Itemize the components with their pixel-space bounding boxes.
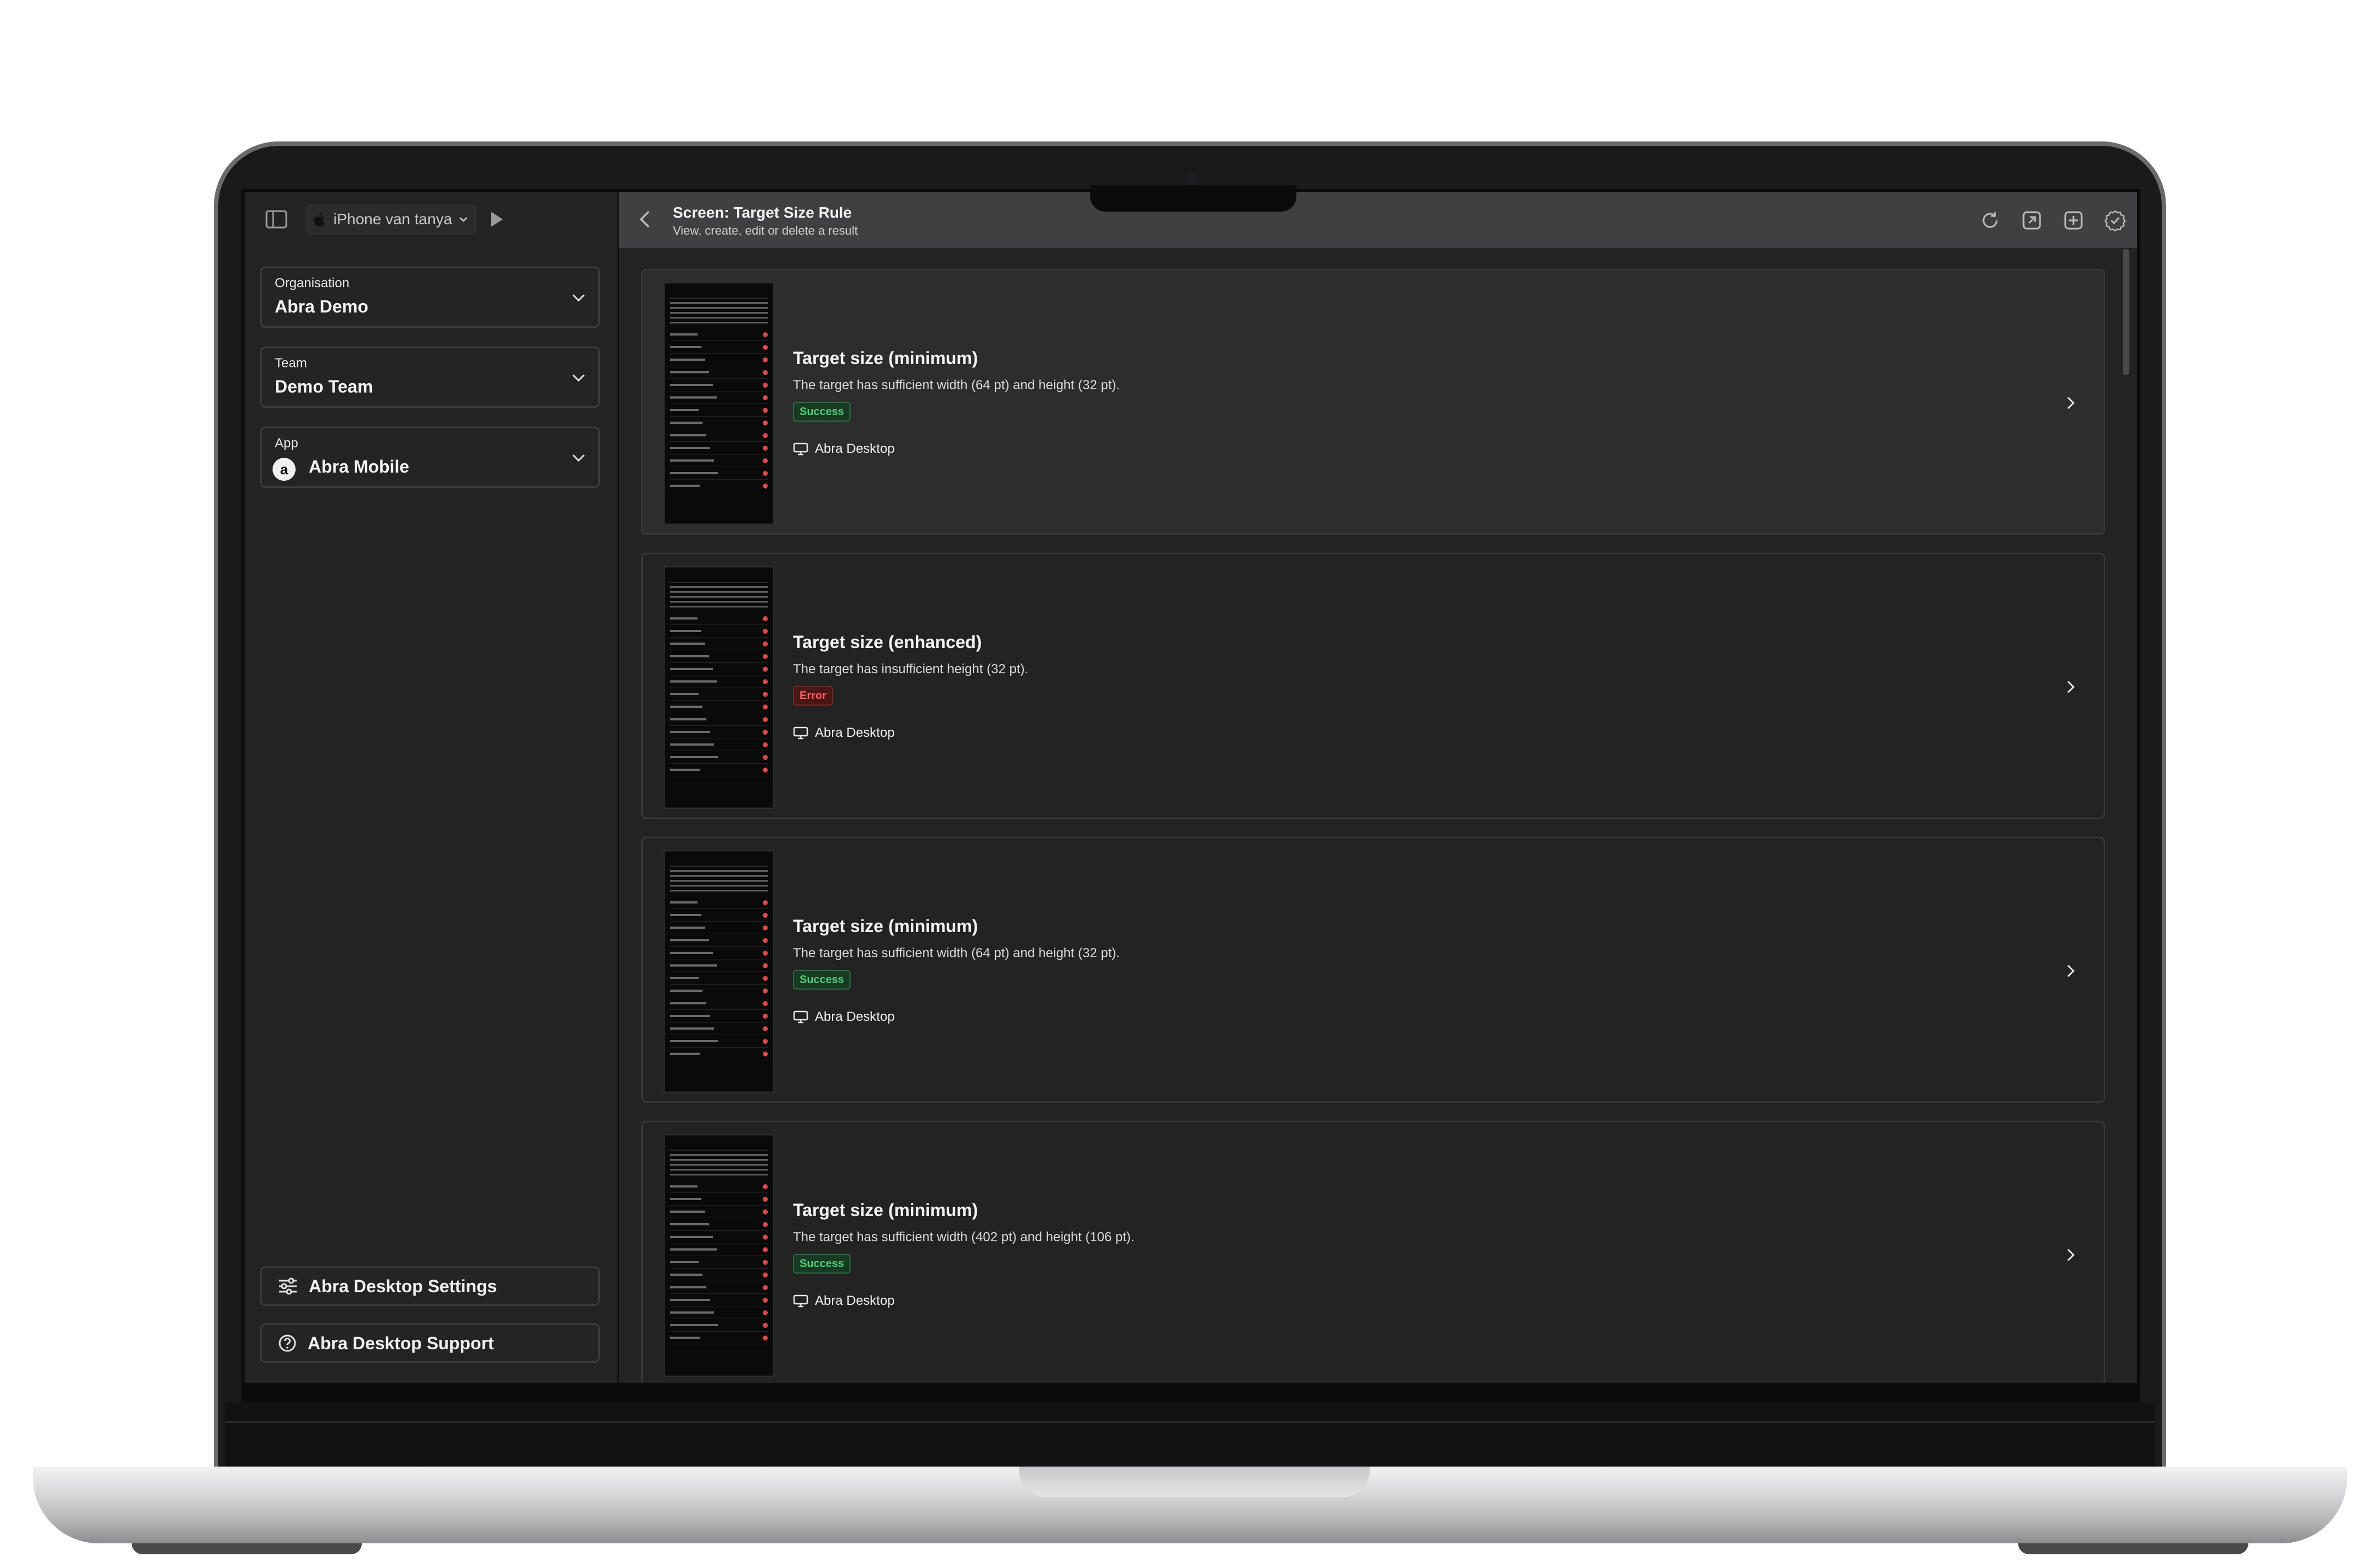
app-select[interactable]: App a Abra Mobile bbox=[260, 427, 600, 488]
back-chevron-icon[interactable] bbox=[636, 208, 655, 230]
chevron-down-icon bbox=[572, 294, 585, 302]
organisation-value: Abra Demo bbox=[275, 297, 369, 316]
monitor-icon bbox=[793, 1010, 808, 1024]
settings-button[interactable]: Abra Desktop Settings bbox=[260, 1266, 600, 1306]
scrollbar[interactable] bbox=[2123, 249, 2129, 375]
laptop-foot-right bbox=[2018, 1543, 2248, 1554]
result-source: Abra Desktop bbox=[793, 1009, 894, 1025]
source-label: Abra Desktop bbox=[815, 441, 895, 456]
support-label: Abra Desktop Support bbox=[308, 1333, 494, 1353]
result-description: The target has insufficient height (32 p… bbox=[793, 662, 1029, 677]
monitor-icon bbox=[793, 726, 808, 740]
chevron-right-icon bbox=[2067, 680, 2075, 694]
team-value: Demo Team bbox=[275, 377, 373, 396]
check-badge-icon[interactable] bbox=[2104, 209, 2126, 231]
status-badge: Success bbox=[793, 402, 851, 422]
team-select[interactable]: Team Demo Team bbox=[260, 346, 600, 408]
page-title: Screen: Target Size Rule bbox=[673, 204, 852, 221]
monitor-icon bbox=[793, 442, 808, 456]
sliders-icon bbox=[279, 1277, 297, 1295]
camera-notch bbox=[1090, 185, 1296, 212]
sidebar: iPhone van tanya Organisation Abra Demo … bbox=[245, 192, 619, 1383]
refresh-icon[interactable] bbox=[1979, 209, 2001, 231]
monitor-icon bbox=[793, 1294, 808, 1308]
screenshot-thumbnail bbox=[664, 850, 774, 1093]
chevron-right-icon bbox=[2067, 964, 2075, 978]
result-title: Target size (enhanced) bbox=[793, 632, 982, 652]
app-value: Abra Mobile bbox=[309, 457, 410, 476]
chevron-down-icon bbox=[572, 454, 585, 462]
screenshot-thumbnail bbox=[664, 566, 774, 809]
chevron-down-icon bbox=[572, 374, 585, 382]
status-badge: Error bbox=[793, 686, 833, 706]
laptop-foot-left bbox=[132, 1543, 362, 1554]
source-label: Abra Desktop bbox=[815, 725, 895, 740]
source-label: Abra Desktop bbox=[815, 1009, 895, 1024]
settings-label: Abra Desktop Settings bbox=[309, 1276, 497, 1296]
source-label: Abra Desktop bbox=[815, 1293, 895, 1308]
main-panel: Screen: Target Size Rule View, create, e… bbox=[619, 192, 2137, 1383]
result-card[interactable]: Target size (minimum) The target has suf… bbox=[641, 1121, 2105, 1383]
result-title: Target size (minimum) bbox=[793, 1200, 978, 1220]
screenshot-thumbnail bbox=[664, 282, 774, 525]
help-circle-icon bbox=[279, 1334, 296, 1352]
result-source: Abra Desktop bbox=[793, 441, 894, 457]
support-button[interactable]: Abra Desktop Support bbox=[260, 1323, 600, 1363]
play-icon[interactable] bbox=[485, 207, 509, 231]
organisation-select[interactable]: Organisation Abra Demo bbox=[260, 266, 600, 328]
app-label: App bbox=[275, 436, 298, 451]
result-card[interactable]: Target size (enhanced) The target has in… bbox=[641, 553, 2105, 819]
device-selector[interactable]: iPhone van tanya bbox=[305, 204, 478, 235]
add-icon[interactable] bbox=[2062, 209, 2084, 231]
result-title: Target size (minimum) bbox=[793, 348, 978, 368]
chevron-right-icon bbox=[2067, 396, 2075, 410]
app-window: iPhone van tanya Organisation Abra Demo … bbox=[245, 192, 2137, 1383]
team-label: Team bbox=[275, 356, 307, 371]
status-badge: Success bbox=[793, 970, 851, 990]
hinge-line bbox=[225, 1421, 2155, 1423]
chevron-down-icon bbox=[460, 217, 468, 222]
result-title: Target size (minimum) bbox=[793, 916, 978, 936]
app-avatar: a bbox=[273, 458, 296, 481]
chevron-right-icon bbox=[2067, 1248, 2075, 1262]
device-name: iPhone van tanya bbox=[333, 211, 452, 228]
header-bar: Screen: Target Size Rule View, create, e… bbox=[619, 192, 2137, 248]
result-description: The target has sufficient width (402 pt)… bbox=[793, 1230, 1135, 1245]
result-description: The target has sufficient width (64 pt) … bbox=[793, 378, 1120, 393]
organisation-label: Organisation bbox=[275, 276, 350, 291]
trackpad-notch bbox=[1019, 1467, 1370, 1497]
result-description: The target has sufficient width (64 pt) … bbox=[793, 946, 1120, 961]
result-card[interactable]: Target size (minimum) The target has suf… bbox=[641, 837, 2105, 1103]
status-badge: Success bbox=[793, 1254, 851, 1274]
sidebar-toggle-icon[interactable] bbox=[264, 207, 288, 231]
apple-icon bbox=[314, 213, 325, 226]
open-external-icon[interactable] bbox=[2021, 209, 2043, 231]
camera-icon bbox=[1187, 173, 1199, 185]
result-source: Abra Desktop bbox=[793, 725, 894, 741]
result-card[interactable]: Target size (minimum) The target has suf… bbox=[641, 269, 2105, 535]
screenshot-thumbnail bbox=[664, 1134, 774, 1377]
page-subtitle: View, create, edit or delete a result bbox=[673, 224, 858, 237]
result-source: Abra Desktop bbox=[793, 1293, 894, 1309]
